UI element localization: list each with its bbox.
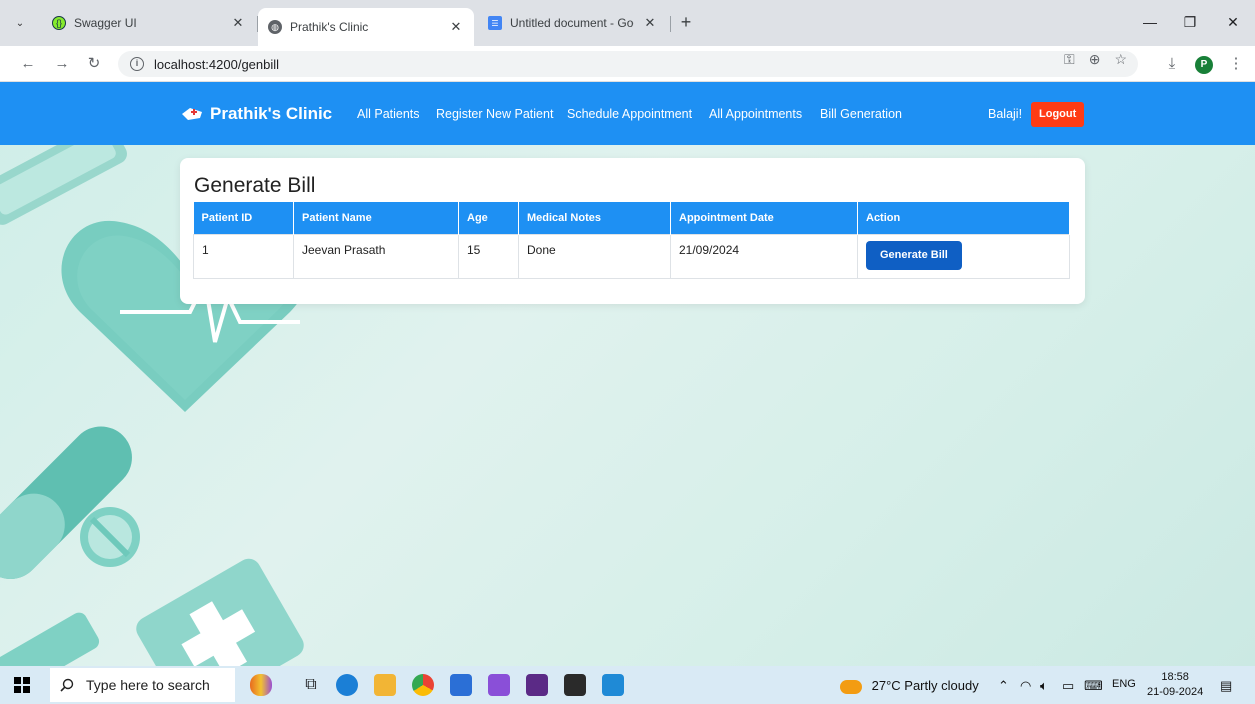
- google-docs-icon: ☰: [488, 16, 502, 30]
- search-icon: [60, 678, 74, 692]
- keyboard-icon[interactable]: ⌨︎: [1084, 678, 1103, 694]
- column-header: Patient Name: [293, 202, 459, 234]
- tab-search-icon[interactable]: ⌄: [10, 13, 30, 33]
- table-row: 1 Jeevan Prasath 15 Done 21/09/2024 Gene…: [193, 233, 1070, 279]
- back-arrow-icon[interactable]: ←: [18, 54, 38, 74]
- page-viewport: Prathik's Clinic All Patients Register N…: [0, 82, 1255, 666]
- restore-icon[interactable]: ❐: [1175, 12, 1205, 32]
- tab-swagger-ui[interactable]: {} Swagger UI ✕: [42, 8, 256, 38]
- ambulance-logo-icon: [182, 108, 202, 120]
- close-icon[interactable]: ✕: [230, 15, 246, 31]
- menu-kebab-icon[interactable]: ⋮: [1226, 54, 1246, 74]
- new-tab-icon[interactable]: +: [676, 12, 696, 32]
- visual-studio-icon[interactable]: [488, 674, 510, 696]
- download-icon[interactable]: ⤓: [1162, 54, 1182, 74]
- nav-link-all-patients[interactable]: All Patients: [357, 107, 420, 121]
- cell-age: 15: [458, 233, 519, 279]
- tab-separator: [670, 16, 671, 32]
- edge-browser-icon[interactable]: [336, 674, 358, 696]
- window-close-icon[interactable]: ✕: [1218, 12, 1248, 32]
- browser-toolbar: ← → ↻ i localhost:4200/genbill ⚿ ⊕ ☆ ⤓ P…: [0, 46, 1255, 82]
- nav-link-register-new-patient[interactable]: Register New Patient: [436, 107, 553, 121]
- forward-arrow-icon[interactable]: →: [52, 54, 72, 74]
- partly-cloudy-icon: [840, 679, 862, 694]
- profile-avatar[interactable]: P: [1195, 56, 1213, 74]
- chrome-icon[interactable]: [412, 674, 434, 696]
- address-bar[interactable]: i localhost:4200/genbill: [118, 51, 1138, 77]
- windows-taskbar: Type here to search ⧉ 27°C Partly cloudy…: [0, 666, 1255, 704]
- vscode-icon[interactable]: [602, 674, 624, 696]
- minimize-icon[interactable]: —: [1135, 12, 1165, 32]
- cell-medical-notes: Done: [518, 233, 671, 279]
- omnibox-actions: ⚿ ⊕ ☆: [1064, 51, 1127, 67]
- nav-link-bill-generation[interactable]: Bill Generation: [820, 107, 902, 121]
- weather-text: 27°C Partly cloudy: [871, 678, 979, 693]
- url-text[interactable]: localhost:4200/genbill: [154, 57, 279, 72]
- column-header: Appointment Date: [670, 202, 858, 234]
- column-header: Action: [857, 202, 1070, 234]
- system-clock[interactable]: 18:58 21-09-2024: [1147, 670, 1203, 700]
- battery-icon[interactable]: ▭: [1062, 678, 1074, 694]
- bill-table: Patient ID Patient Name Age Medical Note…: [193, 202, 1070, 279]
- page-title: Generate Bill: [194, 174, 316, 197]
- zoom-icon[interactable]: ⊕: [1089, 51, 1101, 67]
- globe-icon: ◍: [268, 20, 282, 34]
- windows-security-icon[interactable]: [450, 674, 472, 696]
- bookmark-star-icon[interactable]: ☆: [1114, 51, 1127, 67]
- logout-button[interactable]: Logout: [1031, 102, 1085, 127]
- tab-google-docs[interactable]: ☰ Untitled document - Google Do ✕: [478, 8, 668, 38]
- tab-title: Prathik's Clinic: [290, 20, 369, 34]
- terminal-icon[interactable]: [564, 674, 586, 696]
- user-greeting: Balaji!: [988, 107, 1023, 121]
- file-explorer-icon[interactable]: [374, 674, 396, 696]
- brand-name: Prathik's Clinic: [210, 104, 333, 123]
- nav-link-all-appointments[interactable]: All Appointments: [709, 107, 802, 121]
- cell-patient-id: 1: [193, 233, 294, 279]
- notification-icon[interactable]: ▤: [1220, 678, 1232, 694]
- cell-action: Generate Bill: [857, 233, 1070, 279]
- cell-appointment-date: 21/09/2024: [670, 233, 858, 279]
- widgets-news-icon[interactable]: [250, 674, 272, 696]
- language-indicator[interactable]: ENG: [1112, 678, 1136, 690]
- volume-icon[interactable]: 🔈︎: [1040, 678, 1048, 694]
- cell-patient-name: Jeevan Prasath: [293, 233, 459, 279]
- weather-widget[interactable]: 27°C Partly cloudy: [840, 678, 979, 694]
- generate-bill-card: Generate Bill Patient ID Patient Name Ag…: [180, 158, 1085, 304]
- reload-icon[interactable]: ↻: [84, 54, 104, 74]
- clock-date: 21-09-2024: [1147, 686, 1204, 698]
- tab-title: Swagger UI: [74, 16, 137, 30]
- browser-tabstrip: ⌄ {} Swagger UI ✕ ◍ Prathik's Clinic ✕ ☰…: [0, 0, 1255, 46]
- swagger-favicon-icon: {}: [52, 16, 66, 30]
- nav-link-schedule-appointment[interactable]: Schedule Appointment: [567, 107, 692, 121]
- tab-title: Untitled document - Google Do: [510, 16, 634, 30]
- taskbar-search-box[interactable]: Type here to search: [50, 668, 235, 702]
- task-view-icon[interactable]: ⧉: [300, 674, 322, 696]
- clock-time: 18:58: [1161, 671, 1189, 683]
- site-info-icon[interactable]: i: [130, 57, 144, 71]
- close-icon[interactable]: ✕: [448, 19, 464, 35]
- tray-chevron-icon[interactable]: ⌃: [998, 678, 1009, 694]
- windows-start-icon[interactable]: [14, 677, 30, 693]
- tab-prathiks-clinic[interactable]: ◍ Prathik's Clinic ✕: [258, 8, 474, 46]
- search-placeholder: Type here to search: [86, 677, 210, 693]
- column-header: Medical Notes: [518, 202, 671, 234]
- column-header: Patient ID: [193, 202, 294, 234]
- generate-bill-button[interactable]: Generate Bill: [866, 240, 962, 270]
- app-navbar: Prathik's Clinic All Patients Register N…: [0, 82, 1255, 145]
- powershell-icon[interactable]: [526, 674, 548, 696]
- table-header-row: Patient ID Patient Name Age Medical Note…: [193, 202, 1070, 234]
- network-icon[interactable]: ◠: [1020, 678, 1031, 694]
- password-key-icon[interactable]: ⚿: [1064, 51, 1075, 67]
- close-icon[interactable]: ✕: [642, 15, 658, 31]
- column-header: Age: [458, 202, 519, 234]
- brand[interactable]: Prathik's Clinic: [180, 104, 332, 124]
